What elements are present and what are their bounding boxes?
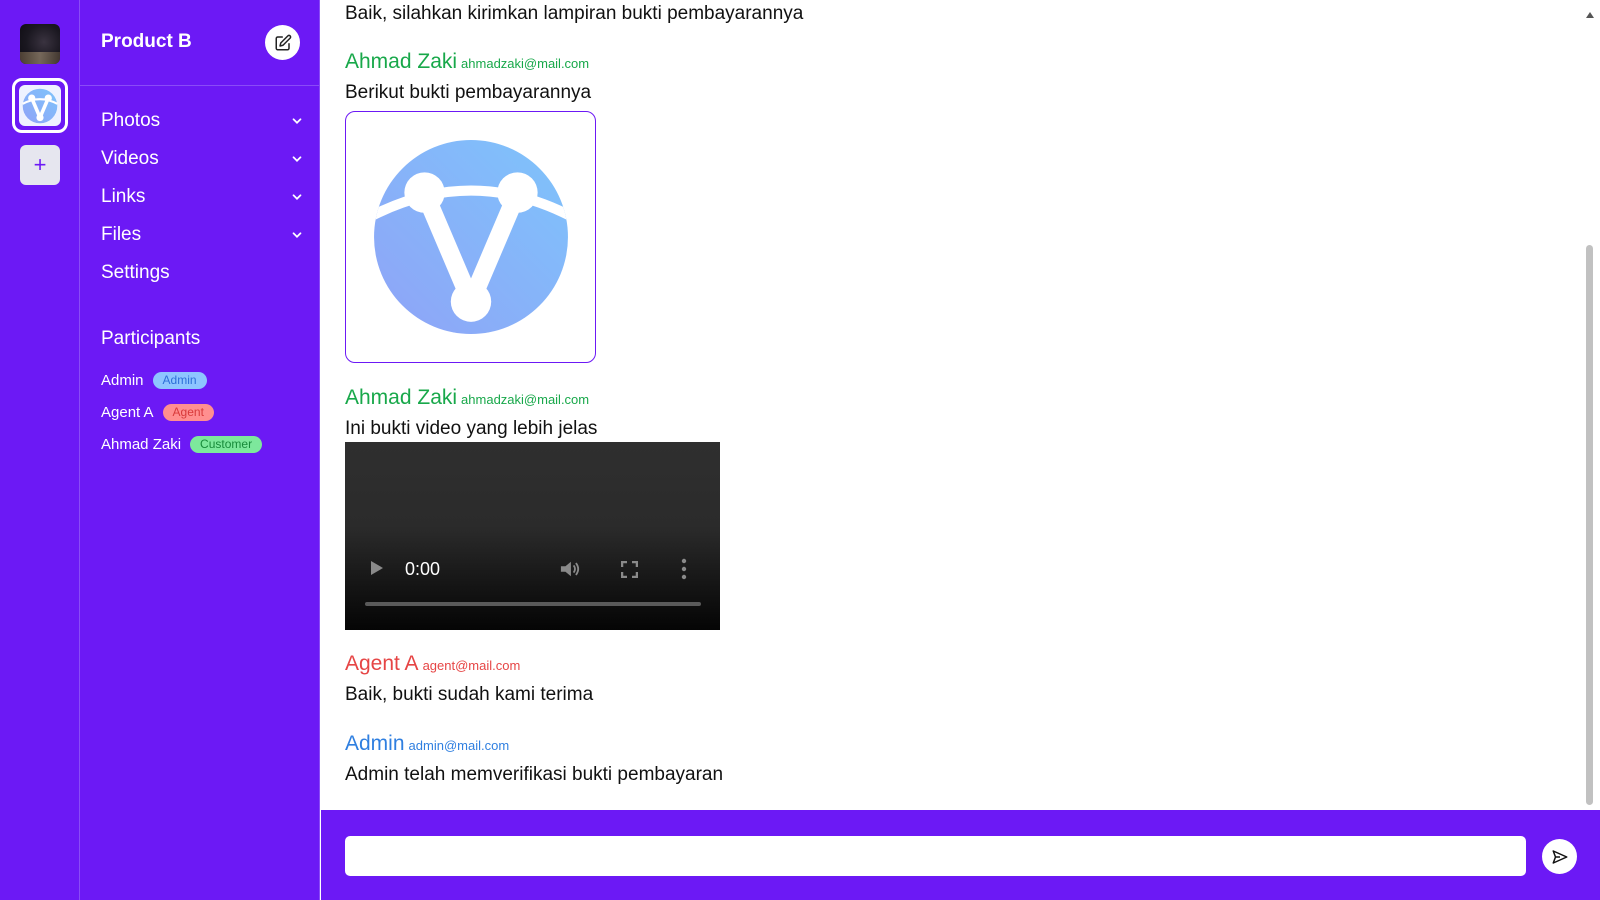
message-sender: Ahmad Zaki ahmadzaki@mail.com <box>345 50 589 74</box>
message-text: Baik, silahkan kirimkan lampiran bukti p… <box>345 3 804 24</box>
participant-item[interactable]: Agent A Agent <box>101 396 262 428</box>
message-sender: Admin admin@mail.com <box>345 732 509 756</box>
send-button[interactable] <box>1542 839 1577 874</box>
sidebar-menu: Photos Videos Links Files Settings <box>101 102 305 292</box>
chat-messages-area[interactable]: Baik, silahkan kirimkan lampiran bukti p… <box>321 0 1600 810</box>
participant-name: Agent A <box>101 403 154 421</box>
sender-email: ahmadzaki@mail.com <box>461 56 590 71</box>
more-options-icon[interactable] <box>681 558 687 580</box>
sidebar-item-videos[interactable]: Videos <box>101 140 305 178</box>
chevron-down-icon <box>289 113 305 129</box>
role-badge: Customer <box>190 435 263 453</box>
fullscreen-icon[interactable] <box>621 561 638 578</box>
sender-email: admin@mail.com <box>408 738 510 753</box>
sender-email: ahmadzaki@mail.com <box>461 392 590 407</box>
message-input[interactable] <box>345 836 1526 876</box>
message-text: Admin telah memverifikasi bukti pembayar… <box>345 764 724 785</box>
app-logo-icon <box>373 140 568 334</box>
chat-scrollbar[interactable] <box>1585 0 1595 810</box>
scroll-up-arrow-icon[interactable] <box>1585 10 1595 20</box>
sidebar-item-links[interactable]: Links <box>101 178 305 216</box>
sender-email: agent@mail.com <box>422 658 521 673</box>
message-sender: Ahmad Zaki ahmadzaki@mail.com <box>345 386 589 410</box>
message-sender: Agent Aagent@mail.com <box>345 652 520 676</box>
video-time: 0:00 <box>405 559 441 579</box>
participant-item[interactable]: Ahmad Zaki Customer <box>101 428 263 460</box>
chevron-down-icon <box>289 189 305 205</box>
sidebar-item-label: Links <box>101 186 146 207</box>
send-icon <box>1552 849 1567 864</box>
chevron-down-icon <box>289 227 305 243</box>
channel-sidebar: Product B Photos Videos Links Files Sett… <box>80 0 320 900</box>
sidebar-item-settings[interactable]: Settings <box>101 254 305 292</box>
scrollbar-thumb[interactable] <box>1586 245 1593 805</box>
edit-icon <box>275 34 291 50</box>
sidebar-header: Product B <box>80 0 319 86</box>
sidebar-item-label: Photos <box>101 110 161 131</box>
app-logo-icon <box>19 85 61 126</box>
sender-name: Admin <box>345 732 405 755</box>
play-icon[interactable] <box>369 559 385 577</box>
sidebar-item-files[interactable]: Files <box>101 216 305 254</box>
chevron-down-icon <box>289 151 305 167</box>
role-badge: Admin <box>152 371 207 389</box>
role-badge: Agent <box>162 403 214 421</box>
sender-name: Ahmad Zaki <box>345 50 458 73</box>
sender-name: Agent A <box>345 652 419 675</box>
sidebar-item-photos[interactable]: Photos <box>101 102 305 140</box>
video-progress-bar[interactable] <box>365 602 701 606</box>
sidebar-item-label: Settings <box>101 262 170 283</box>
message-text: Berikut bukti pembayarannya <box>345 82 592 103</box>
sidebar-item-label: Videos <box>101 148 159 169</box>
workspace-rail: + <box>0 0 80 900</box>
message-text: Baik, bukti sudah kami terima <box>345 684 594 705</box>
volume-icon[interactable] <box>559 559 581 579</box>
participants-list: Admin Admin Agent A Agent Ahmad Zaki Cus… <box>101 364 263 460</box>
chat-app: + Product B Photos Videos Links Files Se… <box>0 0 1600 900</box>
workspace-logo-button[interactable] <box>12 78 68 133</box>
workspace-avatar-icon[interactable] <box>20 24 60 64</box>
message-text: Ini bukti video yang lebih jelas <box>345 418 598 439</box>
participant-item[interactable]: Admin Admin <box>101 364 262 396</box>
sender-name: Ahmad Zaki <box>345 386 458 409</box>
participant-name: Admin <box>101 371 144 389</box>
channel-title: Product B <box>101 31 192 52</box>
edit-button[interactable] <box>265 25 300 60</box>
add-workspace-button[interactable]: + <box>20 145 60 185</box>
video-attachment[interactable]: 0:00 <box>345 442 720 630</box>
sidebar-item-label: Files <box>101 224 142 245</box>
participants-heading: Participants <box>101 328 201 349</box>
message-composer <box>321 810 1600 900</box>
image-attachment[interactable] <box>345 111 596 363</box>
participant-name: Ahmad Zaki <box>101 435 182 453</box>
